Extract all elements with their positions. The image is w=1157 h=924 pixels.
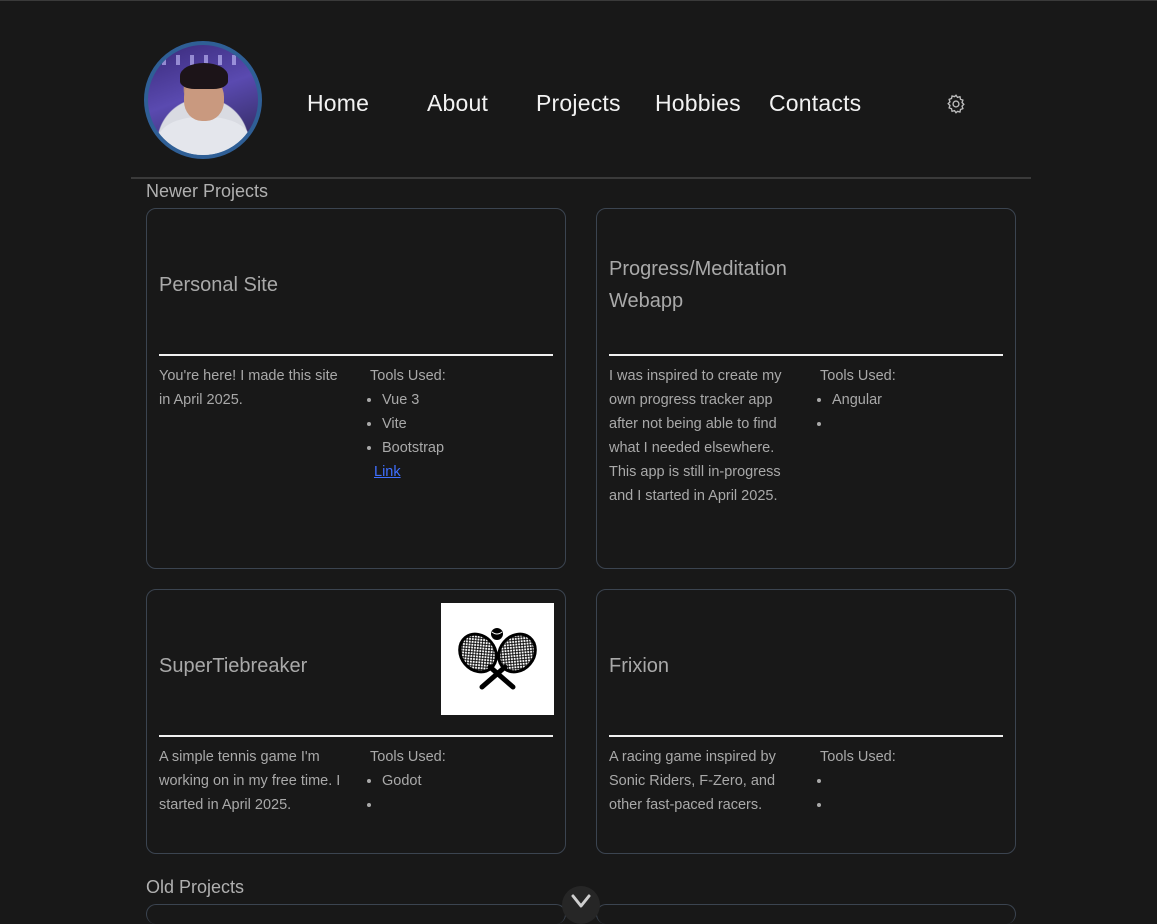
project-link[interactable]: Link — [358, 460, 548, 484]
project-description: A simple tennis game I'm working on in m… — [159, 749, 341, 813]
section-title-newer: Newer Projects — [146, 181, 269, 201]
project-description: You're here! I made this site in April 2… — [159, 368, 338, 408]
tools-list: Angular — [808, 388, 998, 436]
scroll-down-button[interactable] — [562, 886, 600, 924]
tools-list: Vue 3 Vite Bootstrap — [358, 388, 548, 460]
tools-label: Tools Used: — [370, 368, 446, 384]
tool-item — [832, 769, 998, 793]
tool-item: Bootstrap — [382, 436, 548, 460]
crossed-tennis-rackets-icon — [458, 628, 537, 690]
avatar[interactable] — [144, 41, 262, 159]
project-description: I was inspired to create my own progress… — [609, 368, 782, 504]
section-title-old: Old Projects — [146, 877, 245, 897]
project-card-personal-site: Personal Site You're here! I made this s… — [146, 208, 566, 569]
tool-item: Angular — [832, 388, 998, 412]
project-thumbnail — [441, 603, 554, 715]
site-header: Home About Projects Hobbies Contacts — [131, 0, 1031, 179]
divider — [159, 354, 553, 356]
tools-section: Tools Used: Godot — [358, 745, 548, 817]
avatar-body — [158, 117, 250, 155]
divider — [609, 735, 1003, 737]
nav-contacts[interactable]: Contacts — [769, 90, 861, 117]
tools-list — [808, 769, 998, 817]
project-card-frixion: Frixion A racing game inspired by Sonic … — [596, 589, 1016, 854]
chevron-down-icon — [571, 894, 591, 908]
tool-item: Godot — [382, 769, 548, 793]
gear-icon[interactable] — [945, 93, 967, 115]
divider — [609, 354, 1003, 356]
tools-section: Tools Used: Angular — [808, 364, 998, 436]
project-card-supertiebreaker: SuperTiebreaker A simple tennis game I'm… — [146, 589, 566, 854]
project-card-progress-webapp: Progress/Meditation Webapp I was inspire… — [596, 208, 1016, 569]
tool-item: Vue 3 — [382, 388, 548, 412]
nav-projects[interactable]: Projects — [536, 90, 621, 117]
project-title: SuperTiebreaker — [159, 655, 308, 677]
project-title: Progress/Meditation Webapp — [609, 258, 787, 312]
project-title: Frixion — [609, 655, 670, 677]
tool-item — [832, 793, 998, 817]
tools-label: Tools Used: — [370, 749, 446, 765]
tool-item: Vite — [382, 412, 548, 436]
project-title: Personal Site — [159, 274, 278, 296]
project-card-old — [146, 904, 566, 924]
avatar-hair — [180, 63, 228, 89]
tools-label: Tools Used: — [820, 749, 896, 765]
project-card-old — [596, 904, 1016, 924]
tools-label: Tools Used: — [820, 368, 896, 384]
tools-section: Tools Used: Vue 3 Vite Bootstrap Link — [358, 364, 548, 484]
project-description: A racing game inspired by Sonic Riders, … — [609, 749, 776, 813]
tools-section: Tools Used: — [808, 745, 998, 817]
tools-list: Godot — [358, 769, 548, 817]
nav-home[interactable]: Home — [307, 90, 369, 117]
nav-hobbies[interactable]: Hobbies — [655, 90, 741, 117]
tool-item — [382, 793, 548, 817]
divider — [159, 735, 553, 737]
nav-about[interactable]: About — [427, 90, 488, 117]
tool-item — [832, 412, 998, 436]
